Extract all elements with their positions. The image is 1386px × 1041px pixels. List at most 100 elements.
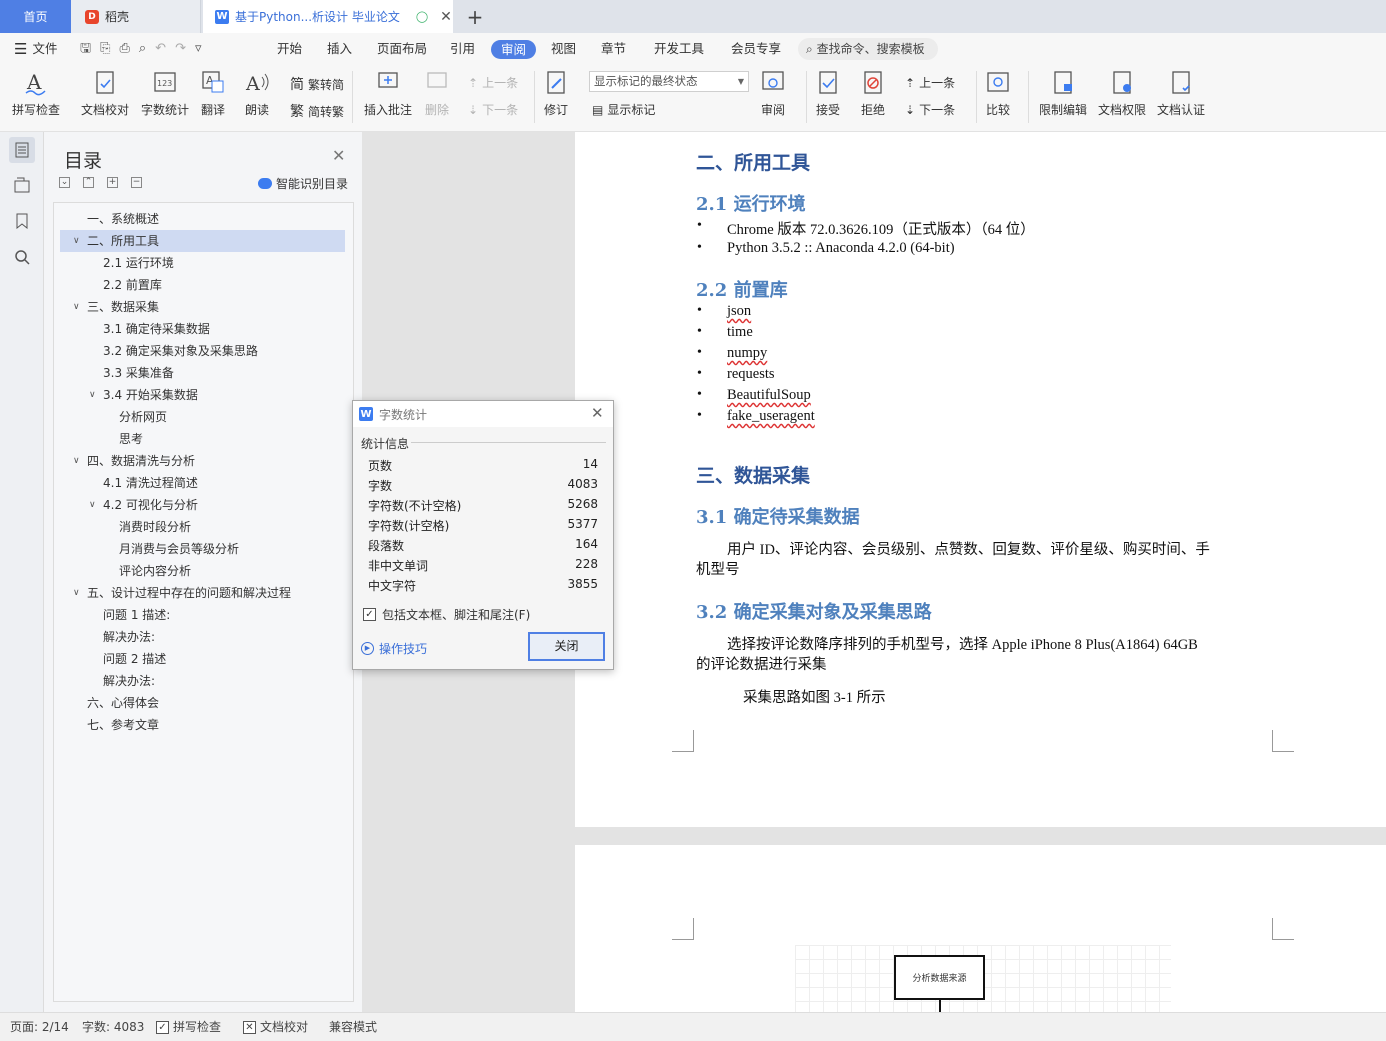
bookmark-icon[interactable] bbox=[9, 208, 35, 234]
document-page[interactable]: 二、所用工具 2.1 运行环境 Chrome 版本 72.0.3626.109（… bbox=[575, 132, 1386, 827]
smart-toc-button[interactable]: 智能识别目录 bbox=[258, 175, 348, 192]
chevron-down-icon[interactable]: ∨ bbox=[73, 230, 80, 252]
file-menu[interactable]: ☰ 文件 bbox=[14, 33, 57, 65]
print-preview-icon[interactable]: ⌕ bbox=[139, 33, 146, 65]
menu-insert[interactable]: 插入 bbox=[327, 33, 352, 65]
toc-item[interactable]: 解决办法: bbox=[60, 670, 345, 692]
menu-developer[interactable]: 开发工具 bbox=[654, 33, 704, 65]
prev-comment-button[interactable]: ⇡ 上一条 bbox=[468, 74, 518, 91]
toc-item[interactable]: 2.1 运行环境 bbox=[60, 252, 345, 274]
toc-item[interactable]: ∨ 五、设计过程中存在的问题和解决过程 bbox=[60, 582, 345, 604]
reject-button[interactable]: 拒绝 bbox=[860, 69, 886, 118]
toc-item[interactable]: ∨ 4.2 可视化与分析 bbox=[60, 494, 345, 516]
delete-comment-button[interactable]: 删除 bbox=[424, 69, 450, 118]
track-changes-button[interactable]: 修订 bbox=[543, 69, 569, 118]
toc-item[interactable]: ∨ 四、数据清洗与分析 bbox=[60, 450, 345, 472]
menu-references[interactable]: 引用 bbox=[450, 33, 475, 65]
spell-check-button[interactable]: A 拼写检查 bbox=[12, 69, 60, 118]
word-count-button[interactable]: 123 字数统计 bbox=[141, 69, 189, 118]
close-button[interactable]: 关闭 bbox=[528, 632, 605, 661]
toc-item[interactable]: 思考 bbox=[60, 428, 345, 450]
delete-comment-icon bbox=[427, 72, 447, 88]
page-indicator[interactable]: 页面: 2/14 bbox=[10, 1013, 69, 1041]
toc-item[interactable]: 分析网页 bbox=[60, 406, 345, 428]
chevron-down-icon[interactable]: ∨ bbox=[73, 450, 80, 472]
command-search[interactable]: ⌕ 查找命令、搜索模板 bbox=[798, 38, 938, 60]
tab-home[interactable]: 首页 bbox=[0, 0, 71, 33]
close-icon[interactable]: ✕ bbox=[591, 404, 604, 422]
toc-item[interactable]: ∨ 三、数据采集 bbox=[60, 296, 345, 318]
translate-button[interactable]: A 翻译 bbox=[200, 69, 226, 118]
status-proofread[interactable]: ✕ 文档校对 bbox=[243, 1013, 308, 1041]
toc-item[interactable]: 问题 2 描述 bbox=[60, 648, 345, 670]
restrict-editing-button[interactable]: 限制编辑 bbox=[1039, 69, 1087, 118]
trad-to-simp-button[interactable]: 简繁转简 bbox=[290, 74, 344, 94]
remove-heading-icon[interactable]: − bbox=[131, 177, 142, 188]
toc-item[interactable]: 4.1 清洗过程简述 bbox=[60, 472, 345, 494]
chevron-down-icon[interactable]: ∨ bbox=[73, 296, 80, 318]
document-permission-button[interactable]: 文档权限 bbox=[1098, 69, 1146, 118]
toc-item[interactable]: 七、参考文章 bbox=[60, 714, 345, 736]
document-page[interactable]: 分析数据来源 bbox=[575, 845, 1386, 1012]
collapse-all-icon[interactable]: ⌃ bbox=[83, 177, 94, 188]
status-spell-check[interactable]: ✓ 拼写检查 bbox=[156, 1013, 221, 1041]
read-aloud-icon: A bbox=[245, 73, 269, 95]
customize-dropdown-icon[interactable]: ▿ bbox=[195, 33, 202, 65]
toc-item[interactable]: 2.2 前置库 bbox=[60, 274, 345, 296]
toc-item[interactable]: 3.3 采集准备 bbox=[60, 362, 345, 384]
menu-member[interactable]: 会员专享 bbox=[731, 33, 781, 65]
chevron-down-icon[interactable]: ∨ bbox=[73, 582, 80, 604]
toc-item[interactable]: 评论内容分析 bbox=[60, 560, 345, 582]
tips-link[interactable]: ▶ 操作技巧 bbox=[361, 640, 427, 657]
toc-item-label: 五、设计过程中存在的问题和解决过程 bbox=[87, 586, 292, 600]
close-icon[interactable]: ✕ bbox=[332, 146, 345, 165]
document-certify-button[interactable]: 文档认证 bbox=[1157, 69, 1205, 118]
read-aloud-button[interactable]: A 朗读 bbox=[244, 69, 270, 118]
tab-document[interactable]: W 基于Python...析设计 毕业论文 ◯ ✕ bbox=[203, 0, 453, 33]
prev-change-button[interactable]: ⇡ 上一条 bbox=[905, 74, 955, 91]
accept-button[interactable]: 接受 bbox=[815, 69, 841, 118]
add-heading-icon[interactable]: + bbox=[107, 177, 118, 188]
insert-comment-button[interactable]: 插入批注 bbox=[364, 69, 412, 118]
toc-item[interactable]: 3.2 确定采集对象及采集思路 bbox=[60, 340, 345, 362]
show-markup-button[interactable]: ▤ 显示标记 bbox=[592, 101, 655, 118]
menu-page-layout[interactable]: 页面布局 bbox=[377, 33, 427, 65]
save-icon[interactable]: 🖫 bbox=[80, 33, 91, 65]
review-pane-button[interactable]: 审阅 bbox=[760, 69, 786, 118]
toc-panel-icon[interactable] bbox=[9, 137, 35, 163]
simp-to-trad-button[interactable]: 繁简转繁 bbox=[290, 101, 344, 121]
toc-item[interactable]: 3.1 确定待采集数据 bbox=[60, 318, 345, 340]
toc-item[interactable]: ∨ 3.4 开始采集数据 bbox=[60, 384, 345, 406]
export-icon[interactable]: ⎘ bbox=[100, 33, 110, 65]
toc-item[interactable]: 解决办法: bbox=[60, 626, 345, 648]
proofread-button[interactable]: 文档校对 bbox=[81, 69, 129, 118]
menu-chapter[interactable]: 章节 bbox=[601, 33, 626, 65]
menu-view[interactable]: 视图 bbox=[551, 33, 576, 65]
compare-button[interactable]: 比较 bbox=[985, 69, 1011, 118]
tab-docer[interactable]: D 稻壳 bbox=[71, 0, 201, 33]
menu-review[interactable]: 审阅 bbox=[491, 40, 537, 59]
word-count-indicator[interactable]: 字数: 4083 bbox=[82, 1013, 144, 1041]
chevron-down-icon[interactable]: ∨ bbox=[89, 384, 96, 406]
chapter-nav-icon[interactable] bbox=[9, 172, 35, 198]
print-icon[interactable]: ⎙ bbox=[119, 33, 129, 65]
include-textbox-checkbox[interactable]: ✓ 包括文本框、脚注和尾注(F) bbox=[363, 606, 530, 623]
markup-state-select[interactable]: 显示标记的最终状态 ▼ bbox=[589, 71, 749, 92]
undo-icon[interactable]: ↶ bbox=[155, 33, 166, 65]
toc-item[interactable]: 月消费与会员等级分析 bbox=[60, 538, 345, 560]
expand-all-icon[interactable]: ⌄ bbox=[59, 177, 70, 188]
next-change-button[interactable]: ⇣ 下一条 bbox=[905, 101, 955, 118]
toc-item[interactable]: 问题 1 描述: bbox=[60, 604, 345, 626]
new-tab-button[interactable]: + bbox=[460, 0, 490, 33]
toc-item[interactable]: 一、系统概述 bbox=[60, 208, 345, 230]
menu-start[interactable]: 开始 bbox=[277, 33, 302, 65]
close-tab-icon[interactable]: ✕ bbox=[440, 9, 452, 25]
page-corner-mark bbox=[672, 918, 694, 940]
find-icon[interactable] bbox=[9, 244, 35, 270]
redo-icon[interactable]: ↷ bbox=[175, 33, 186, 65]
toc-item[interactable]: ∨ 二、所用工具 bbox=[60, 230, 345, 252]
chevron-down-icon[interactable]: ∨ bbox=[89, 494, 96, 516]
next-comment-button[interactable]: ⇣ 下一条 bbox=[468, 101, 518, 118]
toc-item[interactable]: 六、心得体会 bbox=[60, 692, 345, 714]
toc-item[interactable]: 消费时段分析 bbox=[60, 516, 345, 538]
